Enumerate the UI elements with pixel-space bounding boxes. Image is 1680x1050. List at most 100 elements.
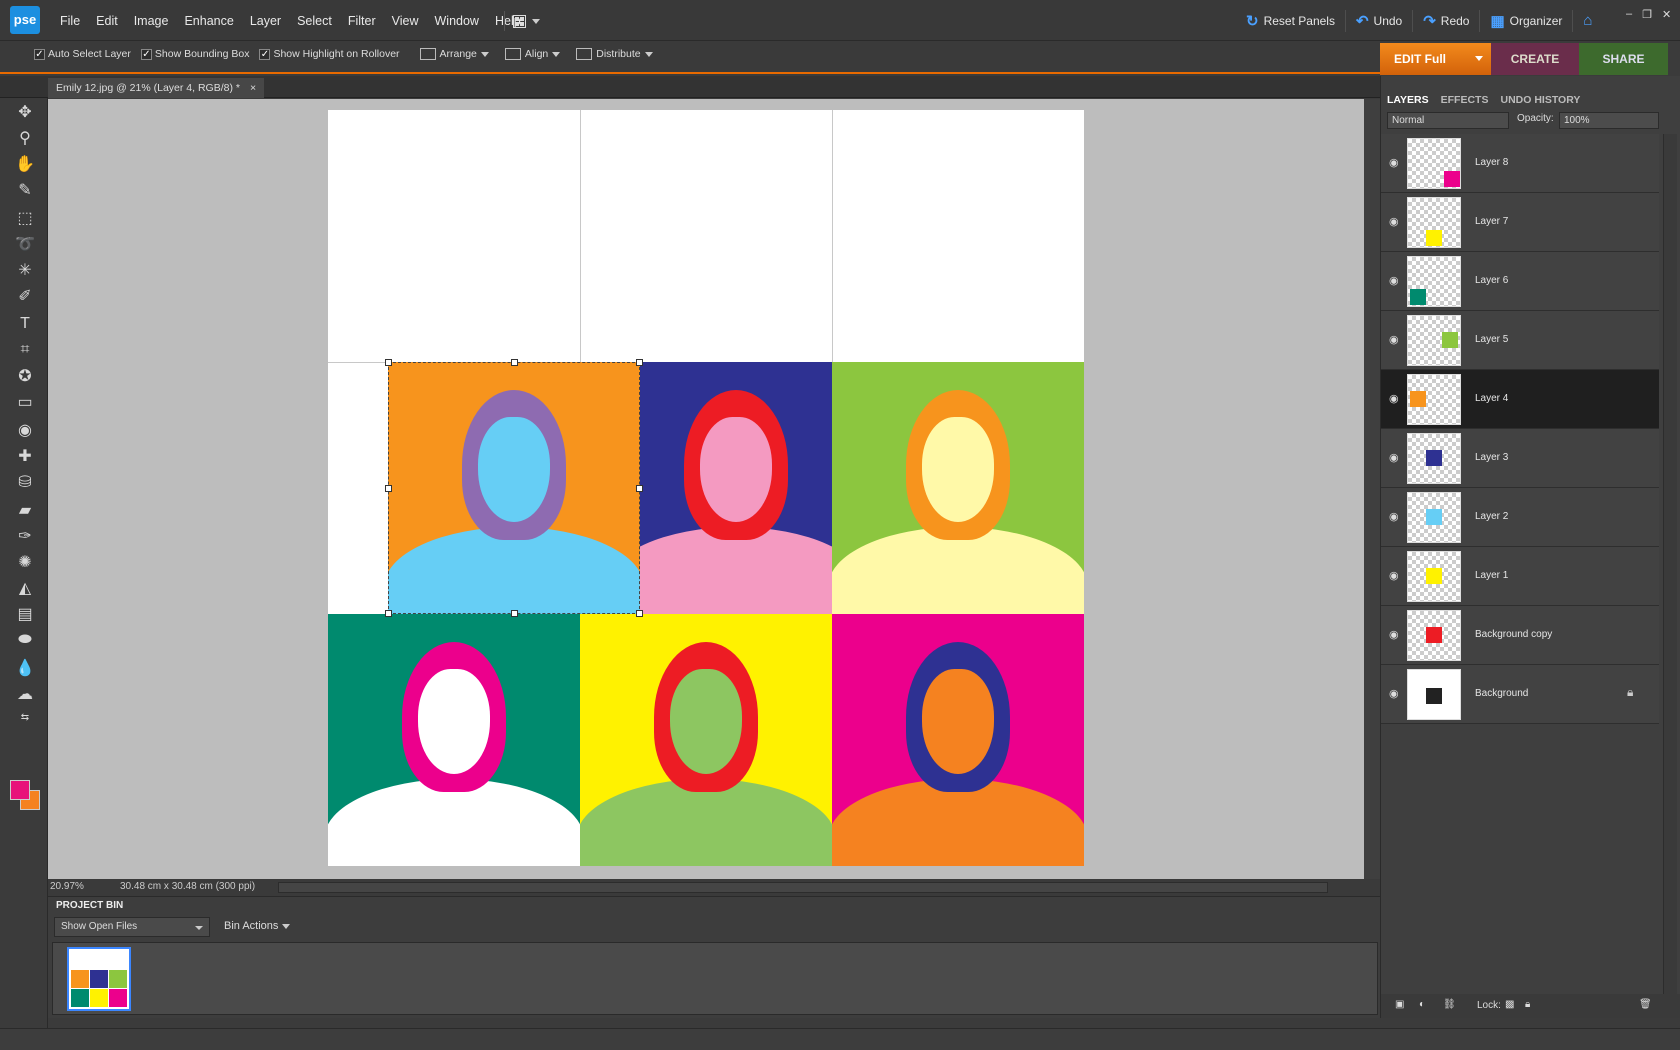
eye-icon[interactable]: ◉	[1389, 274, 1401, 287]
eye-icon[interactable]: ◉	[1389, 215, 1401, 228]
eye-icon[interactable]: ◉	[1389, 687, 1401, 700]
paint-bucket-tool-icon[interactable]: ◭	[12, 576, 38, 600]
redo-button[interactable]: ↷ Redo	[1413, 9, 1481, 32]
bin-actions-menu[interactable]: Bin Actions	[224, 920, 291, 932]
organizer-button[interactable]: ▦ Organizer	[1480, 9, 1574, 32]
menu-select[interactable]: Select	[289, 14, 340, 28]
smart-brush-tool-icon[interactable]: ✺	[12, 550, 38, 574]
menu-view[interactable]: View	[384, 14, 427, 28]
close-icon[interactable]: ×	[250, 78, 256, 98]
shape-tool-icon[interactable]: ⬬	[12, 628, 38, 652]
minimize-icon[interactable]: ‒	[1626, 8, 1632, 21]
tab-share[interactable]: SHARE	[1579, 43, 1668, 75]
layer-row[interactable]: ◉ Layer 3	[1381, 429, 1659, 488]
eyedropper-tool-icon[interactable]: ✎	[12, 178, 38, 202]
menu-window[interactable]: Window	[427, 14, 487, 28]
canvas-area[interactable]	[48, 99, 1364, 879]
eye-icon[interactable]: ◉	[1389, 333, 1401, 346]
distribute-button[interactable]: Distribute	[576, 48, 653, 60]
align-button[interactable]: Align	[504, 48, 561, 60]
type-tool-icon[interactable]: T	[12, 312, 38, 336]
transform-handle[interactable]	[511, 359, 518, 366]
canvas-vertical-scrollbar[interactable]	[1364, 99, 1380, 879]
show-highlight-checkbox[interactable]: ✓ Show Highlight on Rollover	[259, 48, 400, 60]
eye-icon[interactable]: ◉	[1389, 628, 1401, 641]
restore-icon[interactable]: ❐	[1642, 8, 1652, 21]
clone-stamp-tool-icon[interactable]: ⛁	[12, 470, 38, 494]
transform-handle[interactable]	[385, 610, 392, 617]
eye-icon[interactable]: ◉	[1389, 451, 1401, 464]
crop-tool-icon[interactable]: ⌗	[12, 338, 38, 362]
marquee-tool-icon[interactable]: ⬚	[12, 206, 38, 230]
tab-undo-history[interactable]: UNDO HISTORY	[1500, 94, 1580, 106]
menu-edit[interactable]: Edit	[88, 14, 126, 28]
layer-bounding-box[interactable]	[385, 359, 643, 617]
tab-layers[interactable]: LAYERS	[1387, 94, 1429, 106]
eye-icon[interactable]: ◉	[1389, 392, 1401, 405]
swap-colors-icon[interactable]: ⇆	[12, 710, 38, 724]
transform-handle[interactable]	[636, 485, 643, 492]
show-files-select[interactable]: Show Open Files	[54, 917, 210, 937]
canvas-horizontal-scrollbar[interactable]	[278, 882, 1328, 893]
document-canvas[interactable]	[328, 110, 1084, 866]
transform-handle[interactable]	[636, 359, 643, 366]
layer-row[interactable]: ◉ Layer 2	[1381, 488, 1659, 547]
layers-scrollbar[interactable]	[1663, 134, 1677, 994]
link-icon[interactable]: ⛓	[1443, 999, 1456, 1010]
layer-row[interactable]: ◉ Layer 6	[1381, 252, 1659, 311]
zoom-level[interactable]: 20.97%	[50, 881, 84, 892]
reset-panels-button[interactable]: ↻ Reset Panels	[1236, 9, 1346, 32]
opacity-input[interactable]: 100%	[1559, 112, 1659, 129]
arrange-button[interactable]: Arrange	[419, 48, 489, 60]
brush-tool-icon[interactable]: ✑	[12, 524, 38, 548]
menu-enhance[interactable]: Enhance	[176, 14, 241, 28]
lock-all-icon[interactable]: 🔒︎	[1525, 999, 1530, 1010]
layer-row[interactable]: ◉ Background copy	[1381, 606, 1659, 665]
menu-file[interactable]: File	[52, 14, 88, 28]
home-button[interactable]: ⌂	[1573, 10, 1602, 32]
red-eye-tool-icon[interactable]: ◉	[12, 418, 38, 442]
undo-button[interactable]: ↶ Undo	[1346, 9, 1414, 32]
menu-image[interactable]: Image	[126, 14, 177, 28]
blend-mode-select[interactable]: Normal	[1387, 112, 1509, 129]
lock-transparency-icon[interactable]: ▩	[1505, 999, 1514, 1010]
tab-edit-full[interactable]: EDIT Full	[1380, 43, 1491, 75]
layer-row[interactable]: ◉ Layer 1	[1381, 547, 1659, 606]
document-tab[interactable]: Emily 12.jpg @ 21% (Layer 4, RGB/8) * ×	[48, 78, 265, 98]
layer-row[interactable]: ◉ Layer 5	[1381, 311, 1659, 370]
tab-effects[interactable]: EFFECTS	[1441, 94, 1489, 106]
transform-handle[interactable]	[385, 359, 392, 366]
quick-selection-tool-icon[interactable]: ✐	[12, 284, 38, 308]
eraser-tool-icon[interactable]: ▰	[12, 498, 38, 522]
gradient-tool-icon[interactable]: ▤	[12, 602, 38, 626]
spot-healing-tool-icon[interactable]: ✚	[12, 444, 38, 468]
eye-icon[interactable]: ◉	[1389, 510, 1401, 523]
open-file-thumbnail[interactable]	[67, 947, 131, 1011]
auto-select-layer-checkbox[interactable]: ✓ Auto Select Layer	[34, 48, 131, 60]
close-icon[interactable]: ✕	[1662, 8, 1671, 21]
menu-layer[interactable]: Layer	[242, 14, 289, 28]
hand-tool-icon[interactable]: ✋	[12, 152, 38, 176]
workspace-layout-button[interactable]	[504, 11, 540, 31]
cookie-cutter-tool-icon[interactable]: ✪	[12, 364, 38, 388]
transform-handle[interactable]	[511, 610, 518, 617]
blur-tool-icon[interactable]: 💧	[12, 656, 38, 680]
tab-create[interactable]: CREATE	[1491, 43, 1579, 75]
layer-row[interactable]: ◉ Layer 4	[1381, 370, 1659, 429]
trash-icon[interactable]: 🗑︎	[1639, 999, 1652, 1010]
adjustment-layer-icon[interactable]: ◐	[1419, 999, 1425, 1010]
menu-filter[interactable]: Filter	[340, 14, 384, 28]
layer-row[interactable]: ◉ Background 🔒︎	[1381, 665, 1659, 724]
transform-handle[interactable]	[636, 610, 643, 617]
transform-handle[interactable]	[385, 485, 392, 492]
straighten-tool-icon[interactable]: ▭	[12, 390, 38, 414]
eye-icon[interactable]: ◉	[1389, 569, 1401, 582]
zoom-tool-icon[interactable]: ⚲	[12, 126, 38, 150]
lasso-tool-icon[interactable]: ➰	[12, 232, 38, 256]
foreground-color-swatch[interactable]	[10, 780, 30, 800]
layer-row[interactable]: ◉ Layer 7	[1381, 193, 1659, 252]
eye-icon[interactable]: ◉	[1389, 156, 1401, 169]
new-layer-icon[interactable]: ▣	[1395, 999, 1404, 1010]
show-bounding-box-checkbox[interactable]: ✓ Show Bounding Box	[140, 48, 249, 60]
layer-row[interactable]: ◉ Layer 8	[1381, 134, 1659, 193]
